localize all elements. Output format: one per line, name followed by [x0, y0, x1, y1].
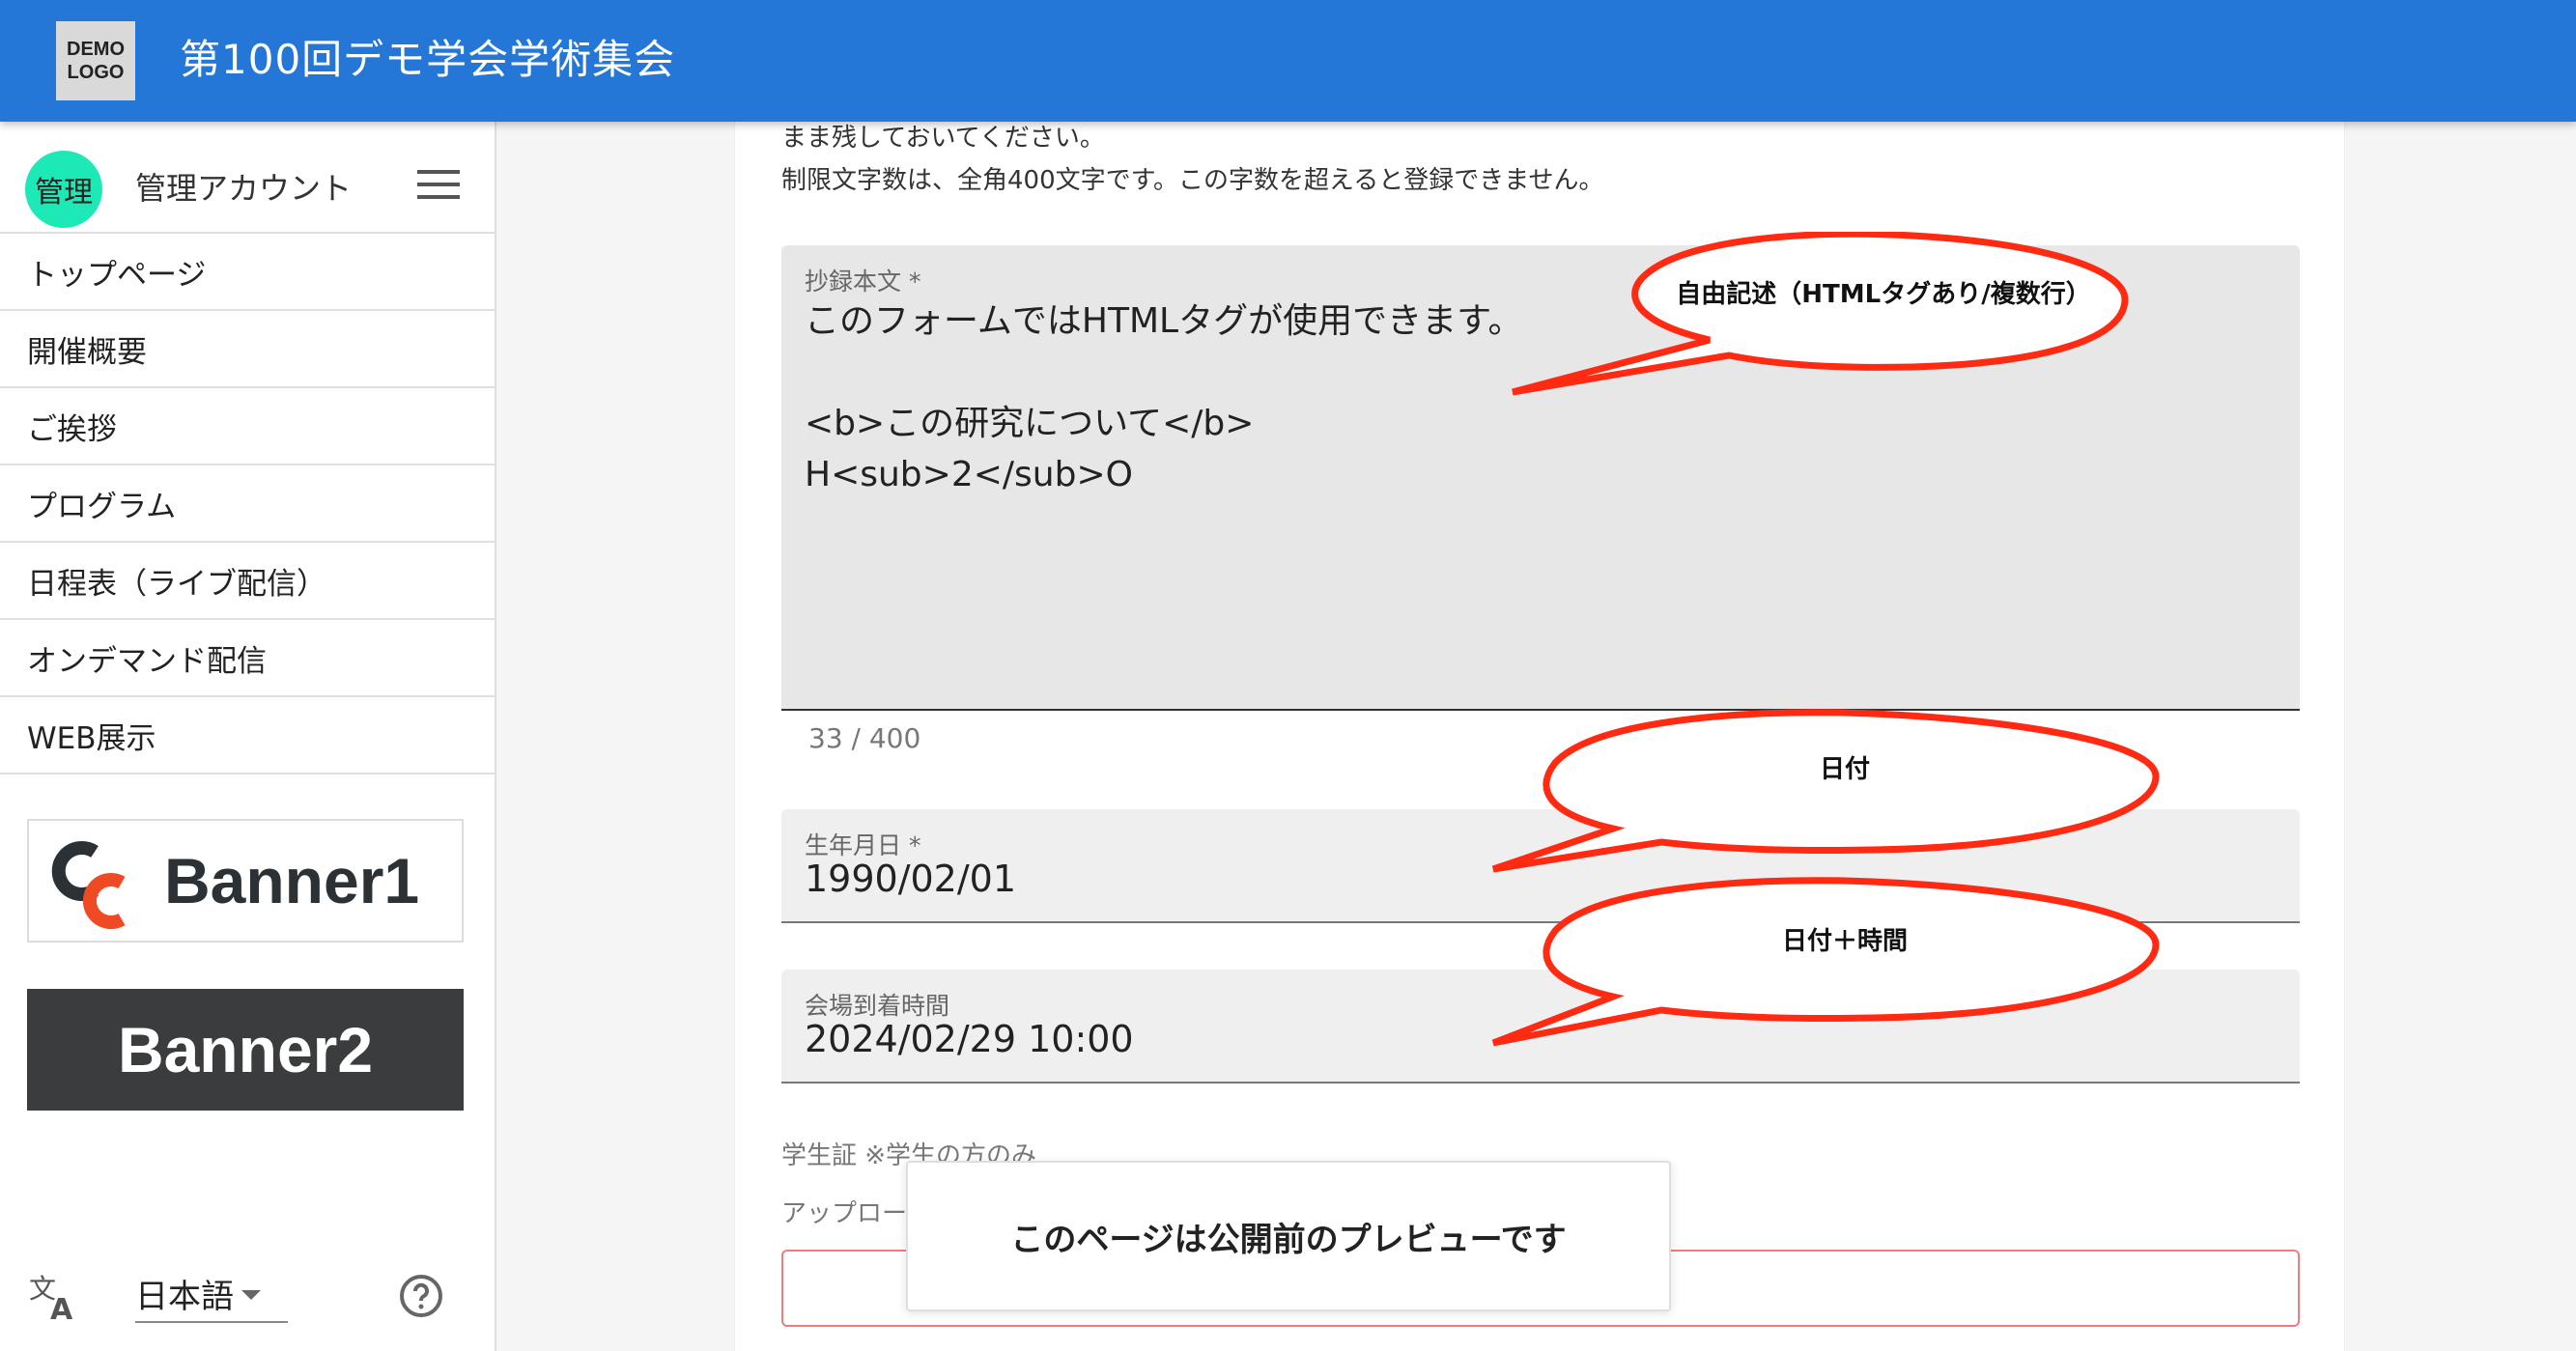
sidebar-item-web-exhibit[interactable]: WEB展示 — [0, 697, 495, 774]
arrival-time-label: 会場到着時間 — [805, 992, 950, 1020]
svg-text:A: A — [50, 1293, 73, 1323]
abstract-value: このフォームではHTMLタグが使用できます。 <b>この研究について</b> H… — [805, 301, 1523, 494]
speech-bubble-icon — [1491, 709, 2160, 873]
app-bar: DEMO LOGO 第100回デモ学会学術集会 — [0, 0, 2576, 122]
helper-text-1: まま残しておいてください。 — [781, 124, 1105, 153]
sidebar: 管理 管理アカウント トップページ 開催概要 ご挨拶 プログラム 日程表（ライブ… — [0, 122, 496, 1351]
sidebar-item-on-demand[interactable]: オンデマンド配信 — [0, 620, 495, 697]
abstract-label: 抄録本文 * — [805, 267, 921, 296]
demo-logo[interactable]: DEMO LOGO — [56, 21, 135, 100]
avatar[interactable]: 管理 — [25, 151, 102, 228]
preview-notice: このページは公開前のプレビューです — [906, 1161, 1671, 1311]
sidebar-footer: 文 A 日本語 — [0, 1261, 495, 1338]
banner2[interactable]: Banner2 — [27, 989, 464, 1111]
language-value: 日本語 — [135, 1277, 234, 1316]
hamburger-menu-icon[interactable] — [417, 170, 460, 203]
sidebar-item-schedule-live[interactable]: 日程表（ライブ配信） — [0, 543, 495, 620]
translate-icon[interactable]: 文 A — [27, 1269, 81, 1323]
callout-datetime-text: 日付＋時間 — [1781, 927, 1908, 956]
cc-logo-icon — [51, 841, 126, 929]
sidebar-nav: トップページ 開催概要 ご挨拶 プログラム 日程表（ライブ配信） オンデマンド配… — [0, 232, 495, 774]
sidebar-item-overview[interactable]: 開催概要 — [0, 311, 495, 388]
sidebar-item-greeting[interactable]: ご挨拶 — [0, 388, 495, 465]
help-circle-icon[interactable] — [398, 1273, 444, 1319]
birthdate-value: 1990/02/01 — [805, 858, 1017, 900]
account-name: 管理アカウント — [135, 170, 353, 207]
callout-date: 日付 — [1487, 703, 2164, 877]
account-section: 管理 管理アカウント — [0, 122, 495, 232]
page-title: 第100回デモ学会学術集会 — [180, 36, 676, 83]
callout-date-text: 日付 — [1819, 755, 1870, 784]
banner1-label: Banner1 — [164, 845, 420, 916]
chevron-down-icon — [241, 1290, 261, 1300]
speech-bubble-icon — [1491, 877, 2160, 1047]
speech-bubble-icon — [1512, 230, 2129, 396]
callout-textarea: 自由記述（HTMLタグあり/複数行） — [1507, 230, 2183, 406]
banner1[interactable]: Banner1 — [27, 819, 464, 943]
sidebar-item-top[interactable]: トップページ — [0, 234, 495, 311]
language-select[interactable]: 日本語 — [135, 1265, 288, 1323]
character-counter: 33 / 400 — [808, 722, 921, 754]
birthdate-label: 生年月日 * — [805, 831, 921, 859]
callout-textarea-text: 自由記述（HTMLタグあり/複数行） — [1676, 280, 2091, 309]
callout-datetime: 日付＋時間 — [1487, 877, 2164, 1051]
helper-text-2: 制限文字数は、全角400文字です。この字数を超えると登録できません。 — [781, 166, 1604, 195]
sidebar-item-program[interactable]: プログラム — [0, 465, 495, 543]
arrival-time-value: 2024/02/29 10:00 — [805, 1018, 1134, 1060]
upload-label: アップロー — [781, 1199, 908, 1228]
